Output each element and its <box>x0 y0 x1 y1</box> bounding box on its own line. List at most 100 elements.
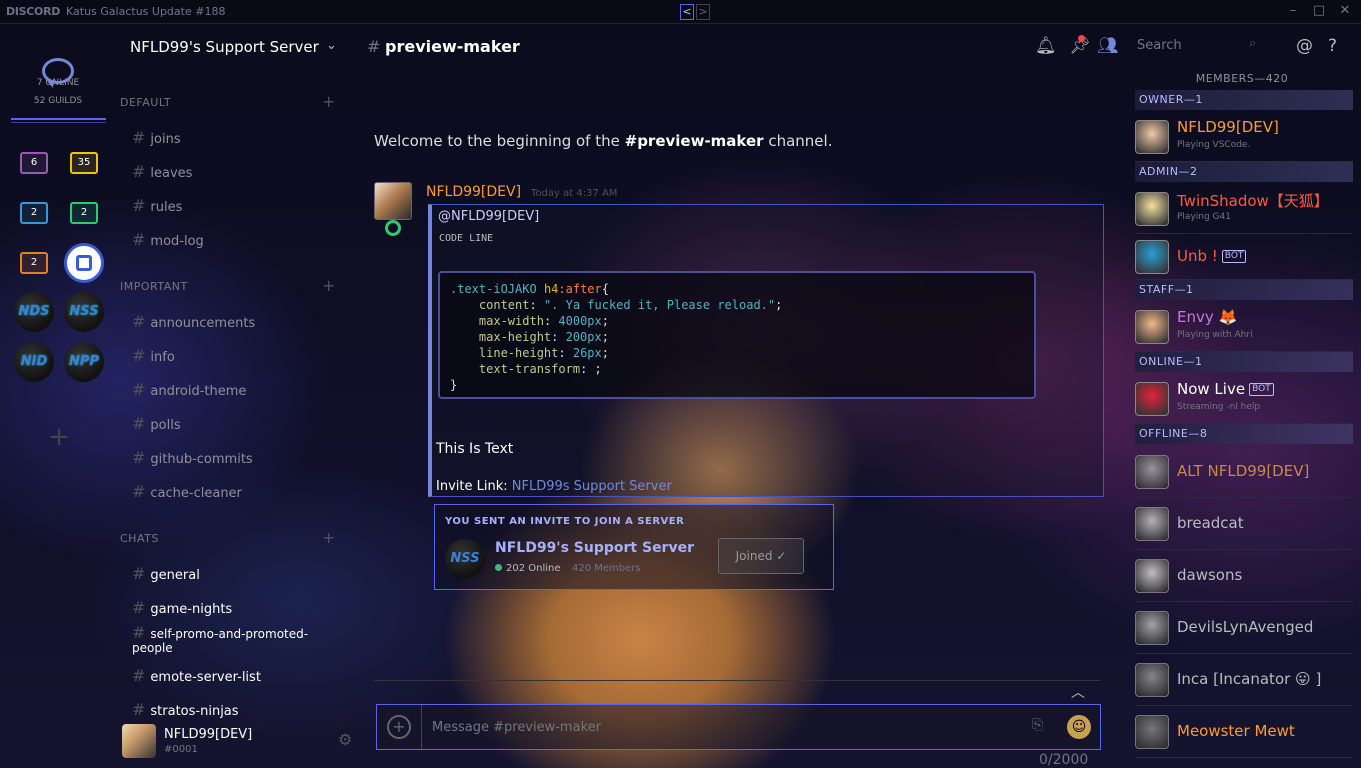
help-icon[interactable]: ? <box>1328 36 1337 56</box>
member-name: Envy 🦊 <box>1177 308 1237 326</box>
hash-icon: # <box>132 196 146 215</box>
maximize-icon[interactable]: □ <box>1309 2 1329 20</box>
member-item[interactable]: Inca [Incanator 😛 ] <box>1135 654 1353 706</box>
members-icon[interactable]: 👥︎ <box>1097 36 1119 56</box>
channel-category[interactable]: IMPORTANT <box>120 280 188 293</box>
channel-item[interactable]: # android-theme <box>132 380 332 399</box>
hash-icon: # <box>367 37 381 56</box>
message-author[interactable]: NFLD99[DEV] <box>426 184 521 200</box>
server-icon[interactable] <box>64 243 104 283</box>
add-channel-icon[interactable]: + <box>322 528 335 547</box>
channel-item[interactable]: # stratos-ninjas <box>132 700 332 719</box>
role-header: ONLINE—1 <box>1135 352 1353 372</box>
server-folder[interactable]: 35 <box>70 152 98 174</box>
add-channel-icon[interactable]: + <box>322 92 335 111</box>
mention[interactable]: @NFLD99[DEV] <box>438 209 539 224</box>
css-value: ". Ya fucked it, Please reload." <box>543 298 776 312</box>
channel-item[interactable]: # leaves <box>132 162 332 181</box>
guild-divider <box>11 122 106 123</box>
member-item[interactable]: TwinShadow【天狐】 Playing G41 <box>1135 184 1353 234</box>
css-prop: text-transform <box>478 362 581 376</box>
avatar <box>1135 310 1169 344</box>
channel-item[interactable]: # info <box>132 346 332 365</box>
avatar[interactable] <box>374 182 412 220</box>
welcome-channel: #preview-maker <box>624 132 764 150</box>
server-icon[interactable]: NDS <box>14 292 54 332</box>
invite-line: Invite Link: NFLD99s Support Server <box>436 479 672 494</box>
gift-icon[interactable]: ⎘ <box>1032 717 1043 733</box>
channel-category[interactable]: CHATS <box>120 532 159 545</box>
member-name: ALT NFLD99[DEV] <box>1177 462 1309 480</box>
channel-item[interactable]: # emote-server-list <box>132 666 332 685</box>
channel-item[interactable]: # rules <box>132 196 332 215</box>
channel-label: android-theme <box>150 384 247 399</box>
css-tag: h4 <box>543 282 559 296</box>
invite-link[interactable]: NFLD99s Support Server <box>512 479 672 494</box>
add-server-icon[interactable]: + <box>46 424 72 452</box>
member-item[interactable]: DevilsLynAvenged <box>1135 602 1353 654</box>
hash-icon: # <box>132 230 146 249</box>
chevron-up-icon[interactable]: ︿ <box>1071 682 1085 702</box>
member-name-text: TwinShadow【天狐】 <box>1177 192 1329 210</box>
forward-button[interactable]: > <box>696 4 710 20</box>
discord-logo: DISCORD <box>6 5 61 18</box>
mentions-icon[interactable]: @ <box>1296 36 1313 56</box>
gear-icon[interactable]: ⚙ <box>338 730 352 749</box>
member-item[interactable]: Unb ! BOT <box>1135 234 1353 280</box>
channel-item[interactable]: # general <box>132 564 332 583</box>
server-folder[interactable]: 2 <box>20 252 48 274</box>
channel-label: rules <box>150 200 183 215</box>
channel-item[interactable]: # joins <box>132 128 332 147</box>
channel-sidebar: NFLD99's Support Server ⌄ DEFAULT + # joins… <box>116 24 361 768</box>
server-folder[interactable]: 6 <box>20 152 48 174</box>
member-item[interactable]: Now Live BOT Streaming -nl help <box>1135 374 1353 424</box>
server-icon: NSS <box>445 539 485 579</box>
message-text: This Is Text <box>436 441 514 457</box>
minimize-icon[interactable]: – <box>1283 2 1303 20</box>
search-input[interactable]: Search ⌕ <box>1129 32 1269 60</box>
bell-icon[interactable]: 🔔︎ <box>1035 36 1057 56</box>
server-folder[interactable]: 2 <box>20 202 48 224</box>
message-input[interactable]: + Message #preview-maker ⎘ ☺ <box>376 704 1101 750</box>
member-item[interactable]: Meowster Mewt <box>1135 706 1353 758</box>
channel-item[interactable]: # polls <box>132 414 332 433</box>
emoji-icon[interactable]: ☺ <box>1067 715 1091 739</box>
channel-item[interactable]: # mod-log <box>132 230 332 249</box>
hash-icon: # <box>132 598 146 617</box>
hash-icon: # <box>132 623 146 642</box>
channel-item[interactable]: # self-promo-and-promoted-people <box>132 623 332 656</box>
member-item[interactable]: dawsons <box>1135 550 1353 602</box>
member-item[interactable]: ALT NFLD99[DEV] <box>1135 446 1353 498</box>
member-name-text: dawsons <box>1177 566 1243 584</box>
member-item[interactable]: Envy 🦊 Playing with Ahri <box>1135 302 1353 352</box>
chevron-down-icon[interactable]: ⌄ <box>326 38 337 53</box>
channel-item[interactable]: # github-commits <box>132 448 332 467</box>
avatar[interactable] <box>122 724 156 758</box>
channel-header: # preview-maker 🔔︎ 📌︎ 👥︎ Search ⌕ @ ? <box>361 24 1337 68</box>
server-folder[interactable]: 2 <box>70 202 98 224</box>
upload-icon[interactable]: + <box>387 715 411 739</box>
css-prop: max-height <box>478 330 552 344</box>
window-title: Katus Galactus Update #188 <box>66 5 226 18</box>
back-button[interactable]: < <box>680 4 694 20</box>
member-item[interactable]: breadcat <box>1135 498 1353 550</box>
channel-item[interactable]: # game-nights <box>132 598 332 617</box>
channel-item[interactable]: # announcements <box>132 312 332 331</box>
server-icon[interactable]: NSS <box>64 292 104 332</box>
hash-icon: # <box>132 482 146 501</box>
channel-category[interactable]: DEFAULT <box>120 96 171 109</box>
channel-item[interactable]: # cache-cleaner <box>132 482 332 501</box>
channel-label: joins <box>150 132 181 147</box>
member-item[interactable]: NFLD99[DEV] Playing VSCode. <box>1135 112 1353 162</box>
joined-button[interactable]: Joined ✓ <box>718 538 804 574</box>
css-brace: } <box>450 378 458 392</box>
avatar <box>1135 455 1169 489</box>
avatar <box>1135 559 1169 593</box>
server-icon[interactable]: NPP <box>64 342 104 382</box>
hash-icon: # <box>132 700 146 719</box>
close-icon[interactable]: ✕ <box>1335 2 1355 20</box>
server-icon[interactable]: NID <box>14 342 54 382</box>
add-channel-icon[interactable]: + <box>322 276 335 295</box>
invite-card: YOU SENT AN INVITE TO JOIN A SERVER NSS … <box>434 504 834 590</box>
server-name[interactable]: NFLD99's Support Server <box>130 38 319 56</box>
